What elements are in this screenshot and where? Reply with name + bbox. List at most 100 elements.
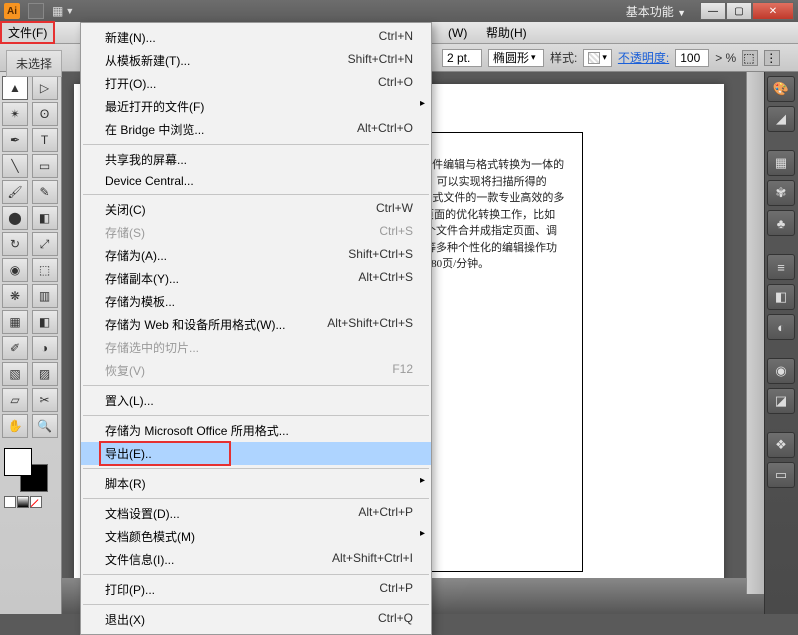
zoom-tool[interactable]: 🔍 [32, 414, 58, 438]
symbol-sprayer-tool[interactable]: ❋ [2, 284, 28, 308]
menu-item-26[interactable]: 文档颜色模式(M) [81, 525, 431, 548]
rectangle-tool[interactable]: ▭ [32, 154, 58, 178]
menu-item-0[interactable]: 新建(N)...Ctrl+N [81, 26, 431, 49]
menu-item-2[interactable]: 打开(O)...Ctrl+O [81, 72, 431, 95]
pen-tool[interactable]: ✒ [2, 128, 28, 152]
minimize-button[interactable]: — [700, 2, 726, 20]
blend-tool[interactable]: ◑ [32, 336, 58, 360]
workspace-label: 基本功能 [626, 5, 674, 19]
menu-item-label: 存储副本(Y)... [105, 270, 179, 287]
menu-separator [83, 604, 429, 605]
opacity-value: 100 [680, 51, 700, 65]
tools-panel: ▲ ▷ ✴ ʘ ✒ T ╲ ▭ 🖌 ✎ ⬤ ◧ ↻ ⤢ ◉ ⬚ ❋ ▥ ▦ ◧ … [0, 72, 62, 614]
fill-color-swatch[interactable] [4, 448, 32, 476]
menu-item-6[interactable]: 共享我的屏幕... [81, 148, 431, 171]
menu-item-20[interactable]: 存储为 Microsoft Office 所用格式... [81, 419, 431, 442]
close-button[interactable]: ✕ [752, 2, 794, 20]
gradient-mode-icon[interactable] [17, 496, 29, 508]
menu-item-18[interactable]: 置入(L)... [81, 389, 431, 412]
eraser-tool[interactable]: ◧ [32, 206, 58, 230]
brush-shape-field[interactable]: 椭圆形 ▾ [488, 49, 544, 67]
menu-item-9[interactable]: 关闭(C)Ctrl+W [81, 198, 431, 221]
arrange-documents-button[interactable]: ▦ ▼ [52, 4, 74, 18]
maximize-button[interactable]: ▢ [726, 2, 752, 20]
menu-item-7[interactable]: Device Central... [81, 171, 431, 191]
menu-help[interactable]: 帮助(H) [478, 21, 535, 44]
menu-item-label: 文件信息(I)... [105, 551, 174, 568]
menu-item-label: 文档颜色模式(M) [105, 528, 195, 545]
live-paint-tool[interactable]: ▧ [2, 362, 28, 386]
menu-item-label: 恢复(V) [105, 362, 145, 379]
color-mode-icon[interactable] [4, 496, 16, 508]
vertical-scrollbar[interactable] [746, 72, 764, 594]
artboard-tool[interactable]: ▱ [2, 388, 28, 412]
warp-tool[interactable]: ◉ [2, 258, 28, 282]
selection-tool[interactable]: ▲ [2, 76, 28, 100]
menu-item-label: 文档设置(D)... [105, 505, 180, 522]
type-tool[interactable]: T [32, 128, 58, 152]
menu-item-13[interactable]: 存储为模板... [81, 290, 431, 313]
gradient-panel-icon[interactable]: ◧ [767, 284, 795, 310]
graph-tool[interactable]: ▥ [32, 284, 58, 308]
live-paint-selection-tool[interactable]: ▨ [32, 362, 58, 386]
transparency-panel-icon[interactable]: ◐ [767, 314, 795, 340]
menu-item-shortcut: Shift+Ctrl+N [348, 52, 413, 69]
appearance-panel-icon[interactable]: ◉ [767, 358, 795, 384]
menu-item-label: 存储为 Microsoft Office 所用格式... [105, 422, 289, 439]
options-overflow-icon[interactable]: ⋮ [764, 50, 780, 66]
color-panel-icon[interactable]: 🎨 [767, 76, 795, 102]
menu-item-11[interactable]: 存储为(A)...Shift+Ctrl+S [81, 244, 431, 267]
menu-item-label: 置入(L)... [105, 392, 154, 409]
menu-item-12[interactable]: 存储副本(Y)...Alt+Ctrl+S [81, 267, 431, 290]
hand-tool[interactable]: ✋ [2, 414, 28, 438]
file-menu-dropdown: 新建(N)...Ctrl+N从模板新建(T)...Shift+Ctrl+N打开(… [80, 22, 432, 635]
slice-tool[interactable]: ✂ [32, 388, 58, 412]
artboards-panel-icon[interactable]: ▭ [767, 462, 795, 488]
paintbrush-tool[interactable]: 🖌 [2, 180, 28, 204]
menu-item-31[interactable]: 退出(X)Ctrl+Q [81, 608, 431, 631]
lasso-tool[interactable]: ʘ [32, 102, 58, 126]
free-transform-tool[interactable]: ⬚ [32, 258, 58, 282]
brushes-panel-icon[interactable]: ✾ [767, 180, 795, 206]
rotate-tool[interactable]: ↻ [2, 232, 28, 256]
menu-item-14[interactable]: 存储为 Web 和设备所用格式(W)...Alt+Shift+Ctrl+S [81, 313, 431, 336]
menu-item-4[interactable]: 在 Bridge 中浏览...Alt+Ctrl+O [81, 118, 431, 141]
menu-item-27[interactable]: 文件信息(I)...Alt+Shift+Ctrl+I [81, 548, 431, 571]
graphic-styles-panel-icon[interactable]: ◪ [767, 388, 795, 414]
style-field[interactable]: ▾ [583, 49, 612, 67]
color-guide-panel-icon[interactable]: ◢ [767, 106, 795, 132]
layers-panel-icon[interactable]: ❖ [767, 432, 795, 458]
brush-shape-value: 椭圆形 [493, 49, 529, 66]
magic-wand-tool[interactable]: ✴ [2, 102, 28, 126]
menu-window[interactable]: (W) [440, 23, 475, 43]
none-mode-icon[interactable] [30, 496, 42, 508]
menu-item-label: 存储为模板... [105, 293, 175, 310]
menu-item-1[interactable]: 从模板新建(T)...Shift+Ctrl+N [81, 49, 431, 72]
recolor-icon[interactable]: ⬚ [742, 50, 758, 66]
stroke-panel-icon[interactable]: ≡ [767, 254, 795, 280]
menu-item-21[interactable]: 导出(E).. [81, 442, 431, 465]
line-tool[interactable]: ╲ [2, 154, 28, 178]
menu-item-25[interactable]: 文档设置(D)...Alt+Ctrl+P [81, 502, 431, 525]
menu-item-3[interactable]: 最近打开的文件(F) [81, 95, 431, 118]
mesh-tool[interactable]: ▦ [2, 310, 28, 334]
menu-item-label: 导出(E).. [105, 445, 152, 462]
menu-item-label: 存储(S) [105, 224, 145, 241]
pencil-tool[interactable]: ✎ [32, 180, 58, 204]
opacity-label[interactable]: 不透明度: [618, 49, 669, 66]
direct-selection-tool[interactable]: ▷ [32, 76, 58, 100]
blob-brush-tool[interactable]: ⬤ [2, 206, 28, 230]
menu-item-29[interactable]: 打印(P)...Ctrl+P [81, 578, 431, 601]
menu-item-shortcut: Ctrl+N [379, 29, 413, 46]
doc-icon[interactable] [28, 3, 44, 19]
opacity-field[interactable]: 100 [675, 49, 709, 67]
swatches-panel-icon[interactable]: ▦ [767, 150, 795, 176]
symbols-panel-icon[interactable]: ♣ [767, 210, 795, 236]
menu-item-23[interactable]: 脚本(R) [81, 472, 431, 495]
eyedropper-tool[interactable]: ✐ [2, 336, 28, 360]
menu-file[interactable]: 文件(F) [0, 21, 55, 44]
gradient-tool[interactable]: ◧ [32, 310, 58, 334]
workspace-switcher[interactable]: 基本功能 ▼ [620, 1, 692, 22]
scale-tool[interactable]: ⤢ [32, 232, 58, 256]
stroke-weight-field[interactable]: 2 pt. [442, 49, 482, 67]
